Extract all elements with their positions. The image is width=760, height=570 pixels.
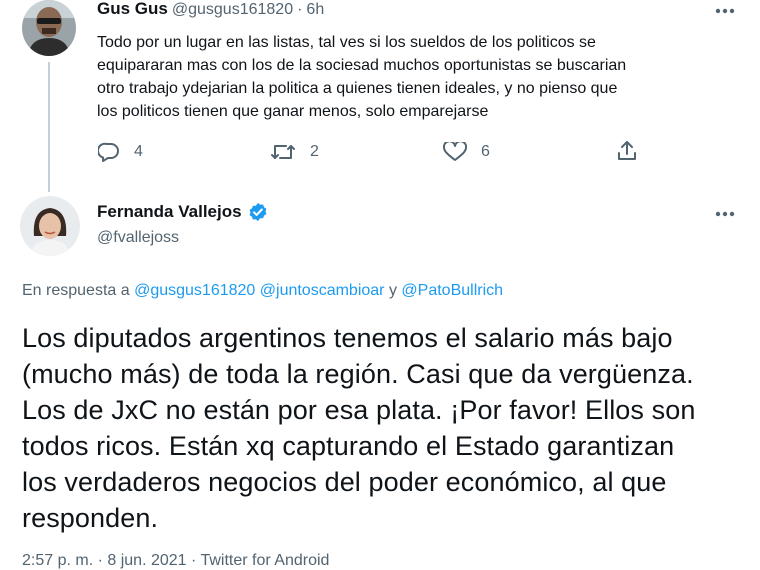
share-button[interactable] bbox=[616, 140, 638, 162]
main-text-line: Los de JxC no están por esa plata. ¡Por … bbox=[22, 395, 696, 425]
gusgus-name[interactable]: Gus Gus bbox=[97, 0, 168, 19]
gusgus-text-line: los politicos tienen que ganar menos, so… bbox=[97, 103, 489, 120]
fvallejos-tweet-text: Los diputados argentinos tenemos el sala… bbox=[22, 320, 752, 536]
share-icon bbox=[618, 141, 636, 160]
fvallejos-name[interactable]: Fernanda Vallejos bbox=[97, 202, 242, 222]
like-button[interactable]: 6 bbox=[443, 142, 490, 162]
comment-icon bbox=[98, 142, 119, 162]
reply-button[interactable]: 4 bbox=[98, 142, 143, 162]
mention-patobullrich[interactable]: @PatoBullrich bbox=[401, 282, 503, 299]
main-text-line: todos ricos. Están xq capturando el Esta… bbox=[22, 431, 675, 461]
retweet-icon bbox=[271, 145, 295, 159]
fvallejos-avatar-image bbox=[20, 196, 80, 256]
replying-to-and: y bbox=[388, 282, 397, 299]
time-separator: · bbox=[297, 1, 303, 18]
fvallejos-avatar[interactable] bbox=[20, 196, 80, 256]
gusgus-text-line: otro trabajo ydejarian la politica a qui… bbox=[97, 80, 618, 97]
reply-count: 4 bbox=[134, 143, 143, 160]
retweet-button[interactable]: 2 bbox=[270, 142, 319, 162]
gusgus-text-line: equipararan mas con los de la sociesad m… bbox=[97, 57, 627, 74]
thread-connector-line bbox=[48, 62, 50, 192]
main-text-line: responden. bbox=[22, 503, 159, 533]
replying-to-prefix: En respuesta a bbox=[22, 282, 130, 299]
reply-tweet-more-button[interactable] bbox=[710, 0, 740, 22]
main-text-line: (mucho más) de toda la región. Casi que … bbox=[22, 359, 694, 389]
heart-icon bbox=[443, 142, 467, 161]
verified-badge-icon bbox=[249, 203, 266, 221]
retweet-count: 2 bbox=[310, 143, 319, 160]
replying-to-line: En respuesta a @gusgus161820 @juntoscamb… bbox=[22, 282, 503, 300]
gusgus-avatar-image bbox=[22, 0, 76, 56]
like-count: 6 bbox=[481, 143, 490, 160]
more-icon bbox=[715, 211, 735, 217]
fvallejos-handle[interactable]: @fvallejoss bbox=[97, 229, 179, 247]
gusgus-time[interactable]: 6h bbox=[306, 1, 324, 19]
more-icon bbox=[715, 8, 735, 14]
gusgus-text-line: Todo por un lugar en las listas, tal ves… bbox=[97, 34, 596, 51]
gusgus-avatar[interactable] bbox=[22, 0, 76, 56]
gusgus-handle[interactable]: @gusgus161820 bbox=[172, 1, 293, 19]
main-text-line: los verdaderos negocios del poder económ… bbox=[22, 467, 667, 497]
tweet-timestamp[interactable]: 2:57 p. m. · 8 jun. 2021 · Twitter for A… bbox=[22, 552, 329, 570]
mention-juntoscambioar[interactable]: @juntoscambioar bbox=[260, 282, 385, 299]
main-text-line: Los diputados argentinos tenemos el sala… bbox=[22, 323, 673, 353]
mention-gusgus161820[interactable]: @gusgus161820 bbox=[134, 282, 255, 299]
gusgus-tweet-text: Todo por un lugar en las listas, tal ves… bbox=[97, 31, 737, 123]
main-tweet-more-button[interactable] bbox=[710, 203, 740, 225]
